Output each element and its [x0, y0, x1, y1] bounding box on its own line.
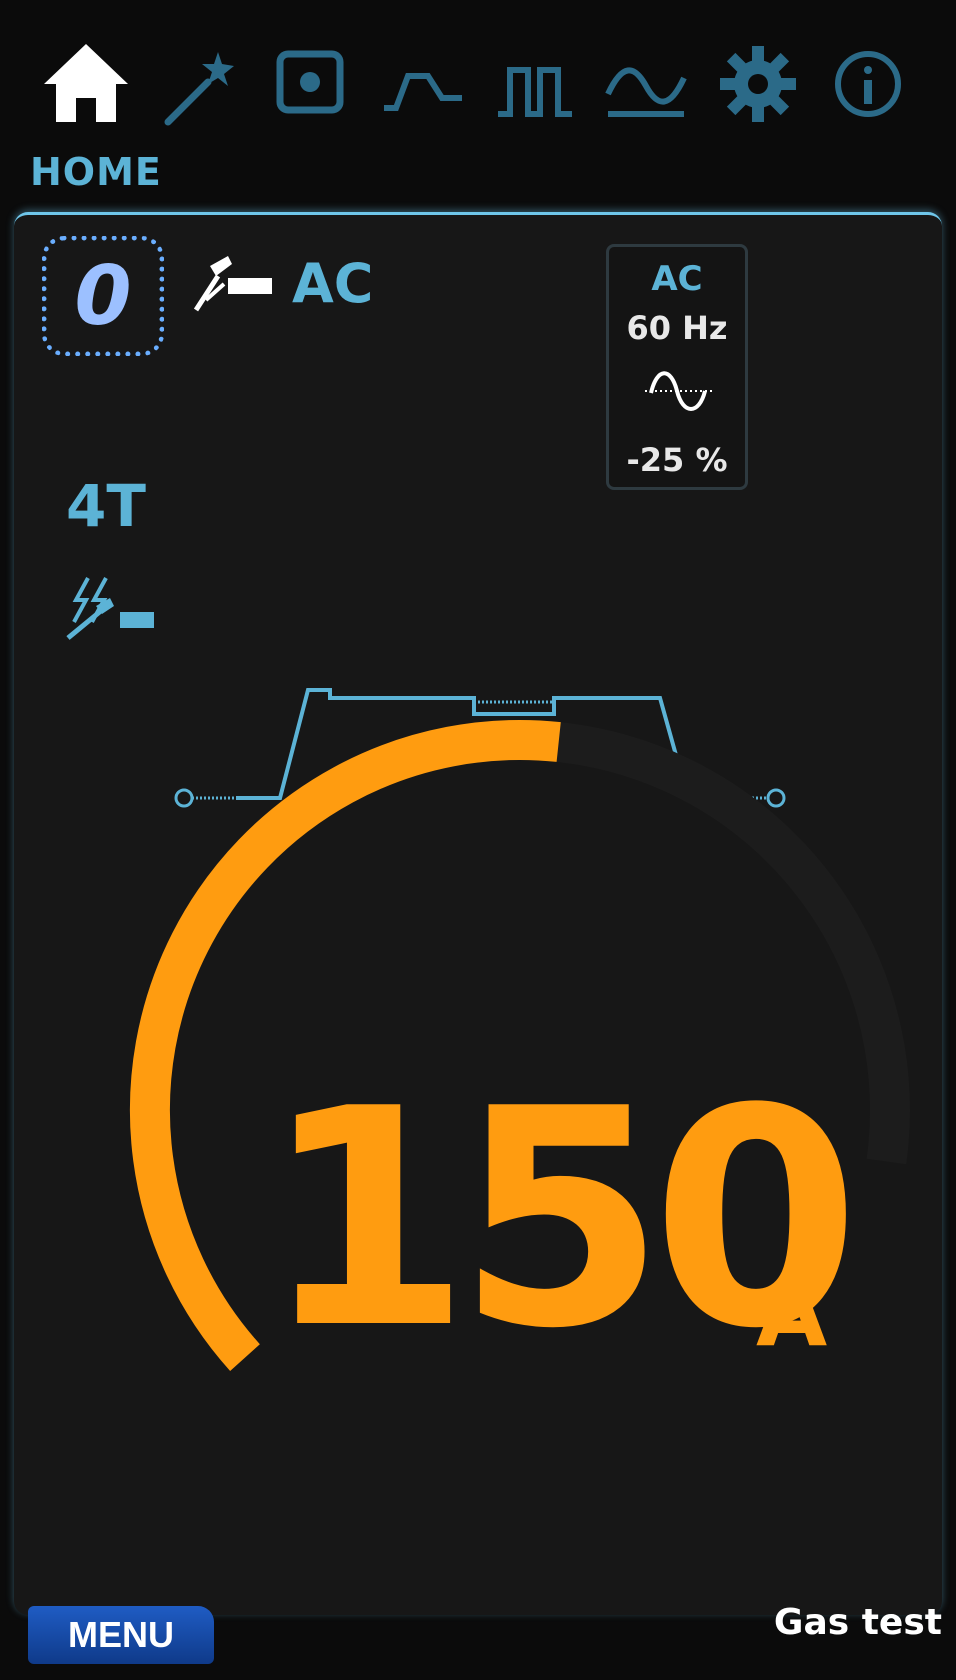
- welding-current-unit: A: [756, 1260, 828, 1367]
- top-navigation: [0, 20, 956, 160]
- pulse-square-icon[interactable]: [488, 38, 580, 130]
- ac-settings-box[interactable]: AC 60 Hz -25 %: [606, 244, 748, 490]
- trigger-mode[interactable]: 4T: [66, 472, 146, 540]
- pulse-shape-icon[interactable]: [376, 38, 468, 130]
- home-icon[interactable]: [40, 38, 132, 130]
- ac-wave-icon[interactable]: [600, 38, 692, 130]
- job-number: 0: [74, 248, 132, 344]
- menu-button[interactable]: MENU: [28, 1606, 214, 1664]
- gear-icon[interactable]: [712, 38, 804, 130]
- current-type[interactable]: AC: [292, 252, 373, 315]
- main-panel: [14, 212, 942, 1615]
- job-selector[interactable]: 0: [42, 236, 164, 356]
- ac-frequency: 60 Hz: [626, 309, 728, 347]
- ac-balance: -25 %: [626, 441, 728, 479]
- welder-screen: HOME 0 AC AC 60 Hz -25 % 4T 150 A MENU G…: [0, 0, 956, 1680]
- hf-ignition-icon[interactable]: [62, 572, 158, 644]
- page-title: HOME: [30, 150, 162, 194]
- spot-icon[interactable]: [266, 38, 358, 130]
- wizard-icon[interactable]: [156, 38, 248, 130]
- ac-type-label: AC: [651, 259, 703, 299]
- ac-balance-wave-icon: [645, 371, 713, 411]
- info-icon[interactable]: [822, 38, 914, 130]
- tig-torch-icon: [193, 256, 272, 312]
- gas-test-button[interactable]: Gas test: [774, 1602, 942, 1643]
- weld-cycle-graph[interactable]: [170, 680, 790, 810]
